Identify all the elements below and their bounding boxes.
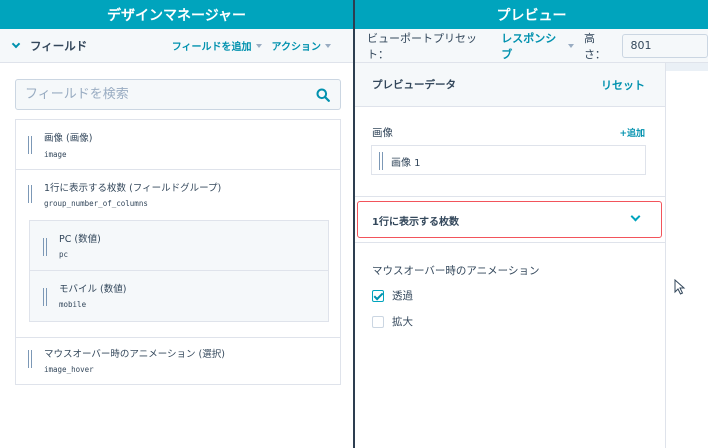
- preview-data-title: プレビューデータ: [372, 79, 456, 91]
- drag-handle-icon[interactable]: [28, 350, 32, 368]
- field-label: マウスオーバー時のアニメーション (選択): [44, 349, 225, 360]
- checkbox-checked[interactable]: [372, 289, 384, 302]
- preview-header: プレビュー: [355, 0, 708, 29]
- fields-toolbar: フィールド フィールドを追加 アクション: [0, 29, 353, 63]
- preview-toolbar: ビューポートプリセット： レスポンシブ 高さ： 801: [355, 29, 708, 63]
- drag-handle-icon[interactable]: [379, 152, 383, 170]
- field-row-group[interactable]: 1行に表示する枚数 (フィールドグループ) group_number_of_co…: [16, 170, 340, 338]
- height-label: 高さ：: [583, 31, 606, 61]
- drag-handle-icon[interactable]: [43, 238, 47, 256]
- drag-handle-icon[interactable]: [28, 185, 32, 203]
- search-icon[interactable]: [310, 88, 336, 102]
- viewport-preset-dropdown[interactable]: レスポンシブ: [501, 30, 574, 62]
- viewport-preset-value: レスポンシブ: [501, 31, 557, 61]
- caret-down-icon: [567, 43, 574, 48]
- field-name: pc: [59, 250, 69, 259]
- image-item[interactable]: 画像 1: [371, 145, 646, 175]
- drag-handle-icon[interactable]: [43, 288, 47, 306]
- hover-section-label: マウスオーバー時のアニメーション: [372, 265, 540, 277]
- group-section-header[interactable]: 1行に表示する枚数: [357, 201, 662, 238]
- design-manager-panel: デザインマネージャー フィールド フィールドを追加 アクション 画像 (画像) …: [0, 0, 353, 448]
- field-search: [15, 79, 341, 110]
- mouse-cursor-icon: [674, 279, 686, 295]
- field-name: group_number_of_columns: [44, 199, 148, 208]
- caret-down-icon: [325, 43, 331, 48]
- field-name: mobile: [59, 300, 87, 309]
- preview-canvas[interactable]: [666, 63, 708, 448]
- field-list: 画像 (画像) image 1行に表示する枚数 (フィールドグループ) grou…: [15, 119, 341, 385]
- viewport-preset-label: ビューポートプリセット：: [367, 31, 477, 61]
- field-label: 画像 (画像): [44, 133, 93, 144]
- reset-button[interactable]: リセット: [601, 77, 645, 93]
- field-label: PC (数値): [59, 234, 101, 245]
- field-search-input[interactable]: [16, 87, 310, 102]
- image-item-label: 画像 1: [391, 158, 421, 169]
- add-field-dropdown[interactable]: フィールドを追加: [172, 38, 262, 53]
- field-row-image-hover[interactable]: マウスオーバー時のアニメーション (選択) image_hover: [16, 338, 340, 384]
- image-section-label: 画像: [372, 127, 393, 139]
- field-group-children: PC (数値) pc モバイル (数値) mobile: [29, 220, 329, 322]
- chevron-down-icon[interactable]: [11, 39, 21, 48]
- drag-handle-icon[interactable]: [28, 136, 32, 154]
- preview-data-form: プレビューデータ リセット 画像 +追加 画像 1 1行に表示する枚数 マウスオ…: [355, 63, 666, 448]
- caret-down-icon: [255, 43, 262, 48]
- group-section-label: 1行に表示する枚数: [372, 217, 459, 228]
- checkbox-unchecked[interactable]: [372, 315, 384, 328]
- field-row-mobile[interactable]: モバイル (数値) mobile: [30, 271, 328, 321]
- fields-title[interactable]: フィールド: [30, 38, 87, 54]
- actions-label: アクション: [271, 42, 322, 53]
- field-label: 1行に表示する枚数 (フィールドグループ): [44, 183, 222, 194]
- height-value: 801: [630, 39, 652, 52]
- hover-option-zoom[interactable]: 拡大: [372, 314, 413, 329]
- field-name: image: [44, 150, 67, 159]
- preview-title: プレビュー: [496, 7, 567, 24]
- add-image-button[interactable]: +追加: [619, 126, 645, 139]
- hover-option-fade[interactable]: 透過: [372, 288, 413, 303]
- height-input[interactable]: 801: [621, 33, 708, 58]
- design-manager-header: デザインマネージャー: [0, 0, 353, 29]
- field-row-image[interactable]: 画像 (画像) image: [16, 120, 340, 170]
- preview-data-header: プレビューデータ リセット: [355, 63, 665, 107]
- option-label: 拡大: [392, 316, 413, 328]
- actions-dropdown[interactable]: アクション: [271, 38, 331, 53]
- add-field-label: フィールドを追加: [171, 42, 252, 53]
- design-manager-title: デザインマネージャー: [106, 7, 247, 24]
- field-row-pc[interactable]: PC (数値) pc: [30, 221, 328, 271]
- option-label: 透過: [392, 290, 413, 302]
- chevron-down-icon[interactable]: [630, 211, 641, 222]
- preview-panel: プレビュー ビューポートプリセット： レスポンシブ 高さ： 801 プレビューデ…: [355, 0, 708, 448]
- field-name: image_hover: [44, 365, 94, 374]
- field-label: モバイル (数値): [59, 284, 127, 295]
